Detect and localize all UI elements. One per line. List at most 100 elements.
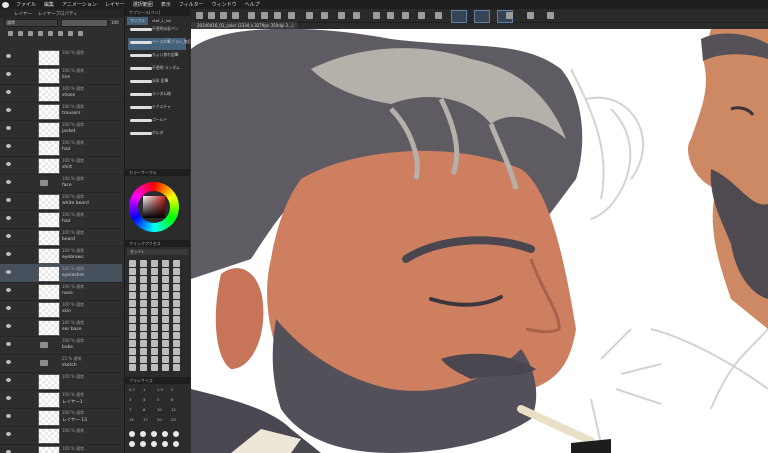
toolbar-icon[interactable] (418, 12, 425, 19)
quick-access-tool-icon[interactable] (140, 260, 147, 267)
quick-access-tool-icon[interactable] (162, 324, 169, 331)
mask-icon[interactable] (48, 30, 53, 36)
eye-icon[interactable] (6, 432, 11, 436)
layer-row[interactable]: 100 % 通常 face (0, 174, 122, 193)
eye-icon[interactable] (6, 144, 11, 148)
quick-access-tool-icon[interactable] (129, 284, 136, 291)
quick-access-tool-icon[interactable] (151, 260, 158, 267)
eye-icon[interactable] (6, 270, 11, 274)
blend-mode-select[interactable]: 通常 (4, 18, 58, 27)
brush-size-value[interactable]: 12 (171, 407, 176, 412)
brush-size-dot[interactable] (173, 441, 179, 447)
tab-magical[interactable]: マジカル (127, 16, 149, 25)
quick-access-tool-icon[interactable] (162, 300, 169, 307)
eye-icon[interactable] (6, 414, 11, 418)
layer-row[interactable]: 100 % 通常 trousers (0, 102, 122, 121)
quick-access-tool-icon[interactable] (129, 332, 136, 339)
eye-icon[interactable] (6, 396, 11, 400)
brush-size-value[interactable]: 7 (129, 407, 131, 412)
quick-access-tool-icon[interactable] (129, 308, 136, 315)
quick-access-tool-icon[interactable] (173, 324, 180, 331)
layer-row[interactable]: 100 % 通常 (0, 48, 122, 67)
brush-size-value[interactable]: 5 (157, 397, 159, 402)
quick-access-tool-icon[interactable] (129, 276, 136, 283)
brush-size-dot[interactable] (173, 431, 179, 437)
quick-access-tool-icon[interactable] (129, 364, 136, 371)
brush-size-value[interactable]: 2 (171, 387, 173, 392)
color-icon[interactable] (58, 30, 63, 36)
quick-access-tool-icon[interactable] (173, 348, 180, 355)
toolbar-icon[interactable] (220, 12, 227, 19)
new-layer-icon[interactable] (68, 30, 73, 36)
layer-row[interactable]: 100 % 通常 レイヤー 13 (0, 408, 122, 427)
tab-layer-property[interactable]: レイヤープロパティ (38, 11, 78, 17)
quick-access-tool-icon[interactable] (151, 284, 158, 291)
toolbar-icon[interactable] (274, 12, 281, 19)
quick-access-tool-icon[interactable] (162, 332, 169, 339)
app-logo-icon[interactable] (2, 1, 9, 8)
toolbar-icon[interactable] (402, 12, 409, 19)
eye-icon[interactable] (6, 378, 11, 382)
quick-access-tool-icon[interactable] (173, 364, 180, 371)
brush-item[interactable]: ランダム線 (128, 90, 186, 102)
toolbar-icon[interactable] (306, 12, 313, 19)
brush-size-value[interactable]: 3 (129, 397, 131, 402)
layer-row[interactable]: 100 % 通常 white beard (0, 192, 122, 211)
menu-item[interactable]: ファイル (12, 1, 40, 8)
color-wheel[interactable] (129, 182, 179, 232)
quick-access-tool-icon[interactable] (173, 300, 180, 307)
toolbar-icon[interactable] (527, 12, 534, 19)
menu-item[interactable]: 選択範囲 (129, 1, 157, 8)
quick-access-tool-icon[interactable] (140, 300, 147, 307)
brush-item[interactable]: ベースの筆ブラシ_無回転 (128, 38, 195, 50)
brush-size-value[interactable]: 0.7 (129, 387, 135, 392)
brush-size-dot[interactable] (151, 441, 157, 447)
eye-icon[interactable] (6, 72, 11, 76)
toolbar-icon[interactable] (373, 12, 380, 19)
menu-item[interactable]: 編集 (40, 1, 58, 8)
layer-row[interactable]: 100 % 通常 レイヤー1 (0, 390, 122, 409)
quick-access-tool-icon[interactable] (151, 348, 158, 355)
layer-row[interactable]: 100 % 通常 shirt (0, 156, 122, 175)
brush-item[interactable]: ボルダ (128, 129, 186, 141)
quick-access-tool-icon[interactable] (151, 292, 158, 299)
quick-access-tool-icon[interactable] (140, 324, 147, 331)
quick-access-tool-icon[interactable] (129, 348, 136, 355)
layer-row[interactable]: 25 % 通常 sketch (0, 354, 122, 373)
quick-access-tool-icon[interactable] (173, 356, 180, 363)
menu-item[interactable]: ウィンドウ (208, 1, 241, 8)
eye-icon[interactable] (6, 180, 11, 184)
lock-icon[interactable] (8, 30, 13, 36)
menu-item[interactable]: 表示 (157, 1, 175, 8)
quick-access-tool-icon[interactable] (162, 348, 169, 355)
quick-access-tool-icon[interactable] (140, 308, 147, 315)
brush-item[interactable]: 不透明 ランダム (128, 64, 186, 76)
toolbar-icon[interactable] (261, 12, 268, 19)
layer-row[interactable]: 100 % 通常 (0, 372, 122, 391)
layer-row[interactable]: 100 % 通常 hair (0, 210, 122, 229)
brush-size-dot[interactable] (151, 431, 157, 437)
brush-size-dot[interactable] (140, 441, 146, 447)
toolbar-icon[interactable] (208, 12, 215, 19)
layer-row[interactable]: 100 % 通常 beard (0, 228, 122, 247)
quick-access-tool-icon[interactable] (173, 284, 180, 291)
menu-item[interactable]: レイヤー (101, 1, 129, 8)
brush-size-dot[interactable] (140, 431, 146, 437)
toolbar-icon[interactable] (506, 12, 513, 19)
toolbar-icon[interactable] (547, 12, 554, 19)
quick-access-tool-icon[interactable] (173, 316, 180, 323)
brush-size-value[interactable]: 25 (171, 417, 176, 422)
quick-access-tool-icon[interactable] (162, 276, 169, 283)
eye-icon[interactable] (6, 108, 11, 112)
quick-access-tool-icon[interactable] (162, 364, 169, 371)
eye-icon[interactable] (6, 324, 11, 328)
layer-row[interactable]: 100 % 通常 hair (0, 138, 122, 157)
brush-size-value[interactable]: 20 (157, 417, 162, 422)
quick-access-tool-icon[interactable] (173, 308, 180, 315)
toolbar-icon[interactable] (196, 12, 203, 19)
layer-row[interactable]: 100 % 通常 nose (0, 282, 122, 301)
brush-size-value[interactable]: 10 (157, 407, 162, 412)
quick-access-tool-icon[interactable] (151, 268, 158, 275)
quick-access-tool-icon[interactable] (173, 268, 180, 275)
toolbar-icon[interactable] (248, 12, 255, 19)
